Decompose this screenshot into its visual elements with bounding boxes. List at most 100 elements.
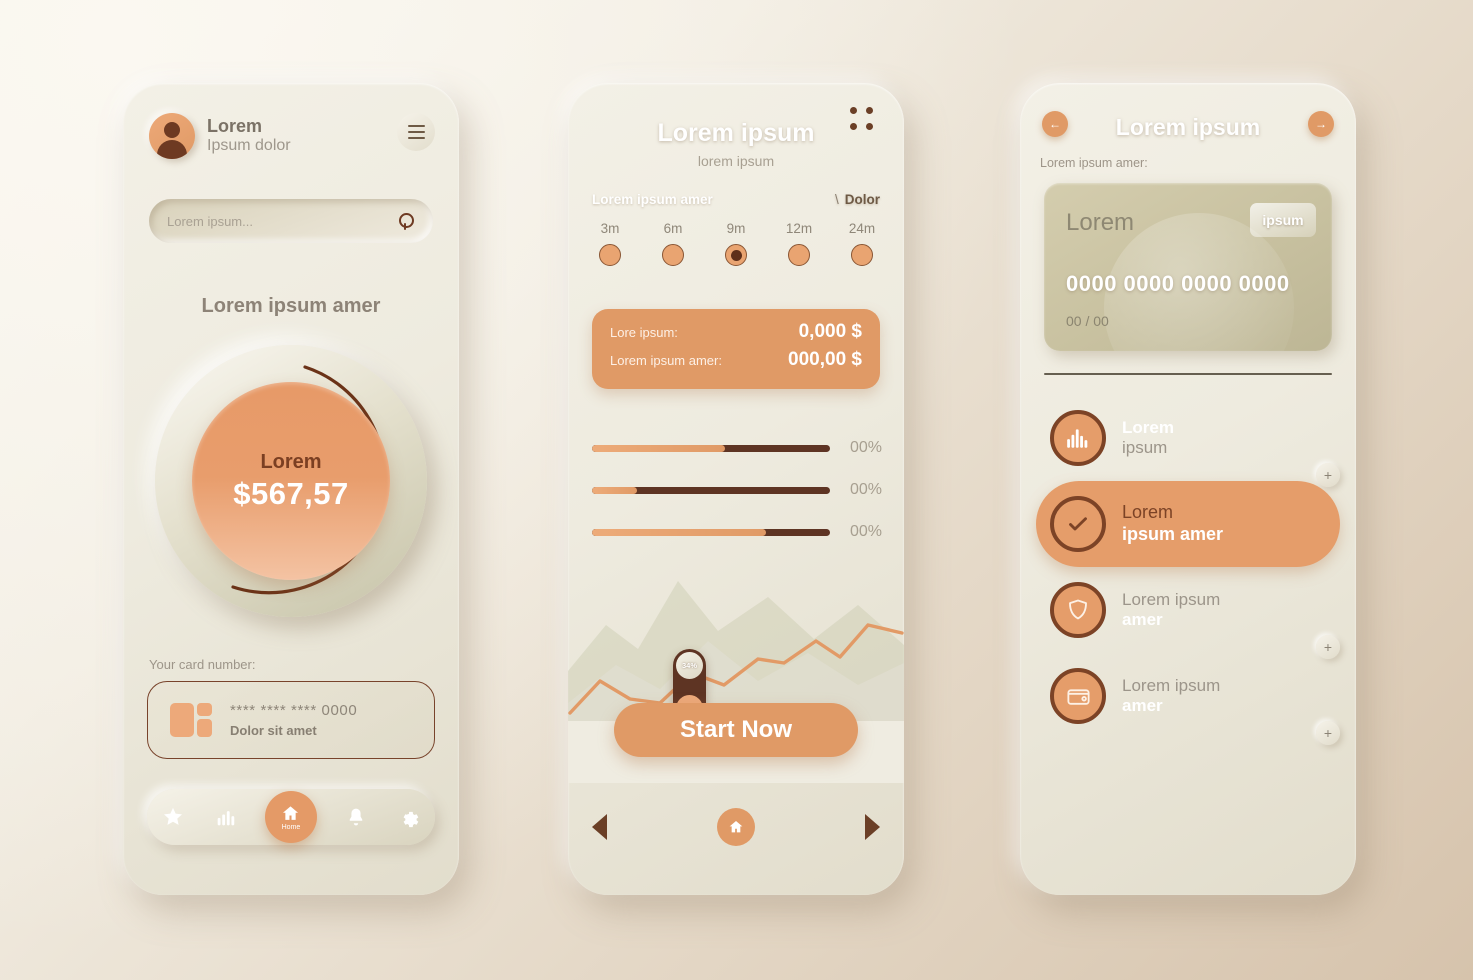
tick-12m[interactable]: 12m [773, 221, 825, 266]
toggle-value-knob: 34% [676, 652, 703, 679]
gauge-value: $567,57 [233, 475, 349, 511]
card-chip-badge[interactable]: ipsum [1250, 203, 1316, 237]
duration-selector: 3m 6m 9m 12m 24m [584, 221, 888, 266]
list-item-line2: amer [1122, 696, 1163, 715]
range-label-left: Lorem ipsum amer [592, 192, 713, 207]
search-input[interactable]: Lorem ipsum... [149, 199, 433, 243]
summary-row: Lorem ipsum amer: 000,00 $ [610, 349, 862, 377]
range-label-right-group[interactable]: \ Dolor [835, 192, 880, 207]
progress-fill [592, 486, 638, 494]
tick-dot[interactable] [662, 244, 684, 266]
phone-screen-1: Lorem Ipsum dolor Lorem ipsum... Lorem i… [123, 83, 459, 895]
progress-fill [592, 528, 766, 536]
summary-value: 0,000 $ [798, 321, 862, 342]
add-button[interactable]: + [1316, 635, 1340, 659]
home-icon[interactable]: Home [264, 791, 317, 843]
tick-24m[interactable]: 24m [836, 221, 888, 266]
tick-dot[interactable] [599, 244, 621, 266]
tick-label: 6m [663, 221, 683, 236]
progress-bar[interactable] [592, 528, 830, 536]
list-item-text: Lorem ipsum [1122, 418, 1174, 459]
list-item-line1: Lorem [1122, 502, 1174, 523]
page-title: Lorem ipsum amer [201, 295, 381, 317]
tick-9m-selected[interactable]: 9m [710, 221, 762, 266]
phone-screen-3: ← → Lorem ipsum Lorem ipsum amer: Lorem … [1020, 83, 1356, 895]
slash-separator: \ [834, 192, 839, 207]
tick-6m[interactable]: 6m [647, 221, 699, 266]
option-list: Lorem ipsum + Lorem ipsum amer Lorem ips… [1036, 395, 1340, 745]
progress-fill [592, 444, 726, 452]
triangle-right-icon[interactable] [865, 814, 880, 840]
list-item-line1: Lorem ipsum [1122, 589, 1221, 609]
search-placeholder: Lorem ipsum... [167, 213, 253, 229]
bottom-navigation: Home [147, 789, 435, 845]
page-title: Lorem ipsum [657, 119, 815, 147]
credit-card[interactable]: Lorem ipsum 0000 0000 0000 0000 00 / 00 [1044, 183, 1332, 351]
list-item-selected[interactable]: Lorem ipsum amer [1036, 481, 1340, 567]
list-item-text: Lorem ipsum amer [1122, 590, 1220, 631]
progress-bars: 00% 00% 00% [592, 439, 882, 565]
start-now-button[interactable]: Start Now [614, 703, 858, 757]
tick-label: 9m [726, 221, 746, 236]
bell-icon[interactable] [343, 804, 369, 830]
divider [1044, 373, 1332, 375]
gauge-label: Lorem [260, 450, 322, 473]
tick-dot-selected[interactable] [725, 244, 747, 266]
tick-dot[interactable] [788, 244, 810, 266]
progress-bar[interactable] [592, 444, 830, 452]
list-item[interactable]: Lorem ipsum amer + [1036, 653, 1340, 745]
summary-card: Lore ipsum: 0,000 $ Lorem ipsum amer: 00… [592, 309, 880, 389]
screen-3-content: ← → Lorem ipsum Lorem ipsum amer: Lorem … [1020, 83, 1356, 895]
user-avatar-icon[interactable] [149, 113, 195, 159]
summary-key: Lore ipsum: [610, 325, 678, 340]
hamburger-menu-icon[interactable] [397, 113, 435, 151]
list-item-line2: amer [1122, 610, 1163, 629]
progress-percent: 00% [849, 439, 882, 456]
list-item-text: Lorem ipsum amer [1122, 502, 1223, 545]
range-labels: Lorem ipsum amer \ Dolor [592, 192, 880, 207]
list-item[interactable]: Lorem ipsum + [1036, 395, 1340, 487]
bar-chart-icon [1050, 410, 1106, 466]
add-button[interactable]: + [1316, 463, 1340, 487]
progress-percent: 00% [849, 481, 882, 498]
saved-card[interactable]: **** **** **** 0000 Dolor sit amet [147, 681, 435, 759]
triangle-left-icon[interactable] [592, 814, 607, 840]
screen-1-content: Lorem Ipsum dolor Lorem ipsum... Lorem i… [123, 83, 459, 895]
add-button[interactable]: + [1316, 721, 1340, 745]
balance-gauge[interactable]: Lorem $567,57 [155, 345, 427, 617]
summary-row: Lore ipsum: 0,000 $ [610, 321, 862, 349]
page-title: Lorem ipsum [1115, 114, 1261, 140]
tick-label: 3m [600, 221, 620, 236]
wallet-icon [1050, 668, 1106, 724]
list-item[interactable]: Lorem ipsum amer + [1036, 567, 1340, 659]
list-item-line2: ipsum [1122, 438, 1168, 457]
gear-icon[interactable] [396, 804, 422, 830]
tick-label: 24m [848, 221, 876, 236]
progress-row[interactable]: 00% [592, 439, 882, 457]
profile-subtitle: Ipsum dolor [207, 137, 291, 155]
card-icon [170, 703, 212, 737]
screen-2-footer [592, 805, 880, 849]
summary-value: 000,00 $ [788, 349, 862, 370]
progress-row[interactable]: 00% [592, 523, 882, 541]
list-item-line1: Lorem ipsum [1122, 675, 1221, 695]
check-circle-icon [1050, 496, 1106, 552]
star-icon[interactable] [160, 804, 186, 830]
list-item-line1: Lorem [1122, 417, 1174, 437]
phone-screen-2: 34% Lorem ipsum lorem ipsum Lorem ipsum … [568, 83, 904, 895]
home-icon[interactable] [717, 808, 755, 846]
card-number: 0000 0000 0000 0000 [1066, 271, 1290, 296]
profile-name: Lorem [207, 115, 263, 136]
search-icon[interactable] [399, 213, 415, 230]
tick-dot[interactable] [851, 244, 873, 266]
progress-row[interactable]: 00% [592, 481, 882, 499]
section-label: Lorem ipsum amer: [1040, 156, 1148, 170]
chart-icon[interactable] [213, 804, 239, 830]
card-brand: Lorem [1066, 209, 1135, 236]
page-subtitle: lorem ipsum [697, 153, 775, 169]
card-number: **** **** **** 0000 [230, 702, 358, 719]
tick-3m[interactable]: 3m [584, 221, 636, 266]
card-number-label: Your card number: [149, 657, 256, 672]
tick-label: 12m [785, 221, 813, 236]
progress-bar[interactable] [592, 486, 830, 494]
